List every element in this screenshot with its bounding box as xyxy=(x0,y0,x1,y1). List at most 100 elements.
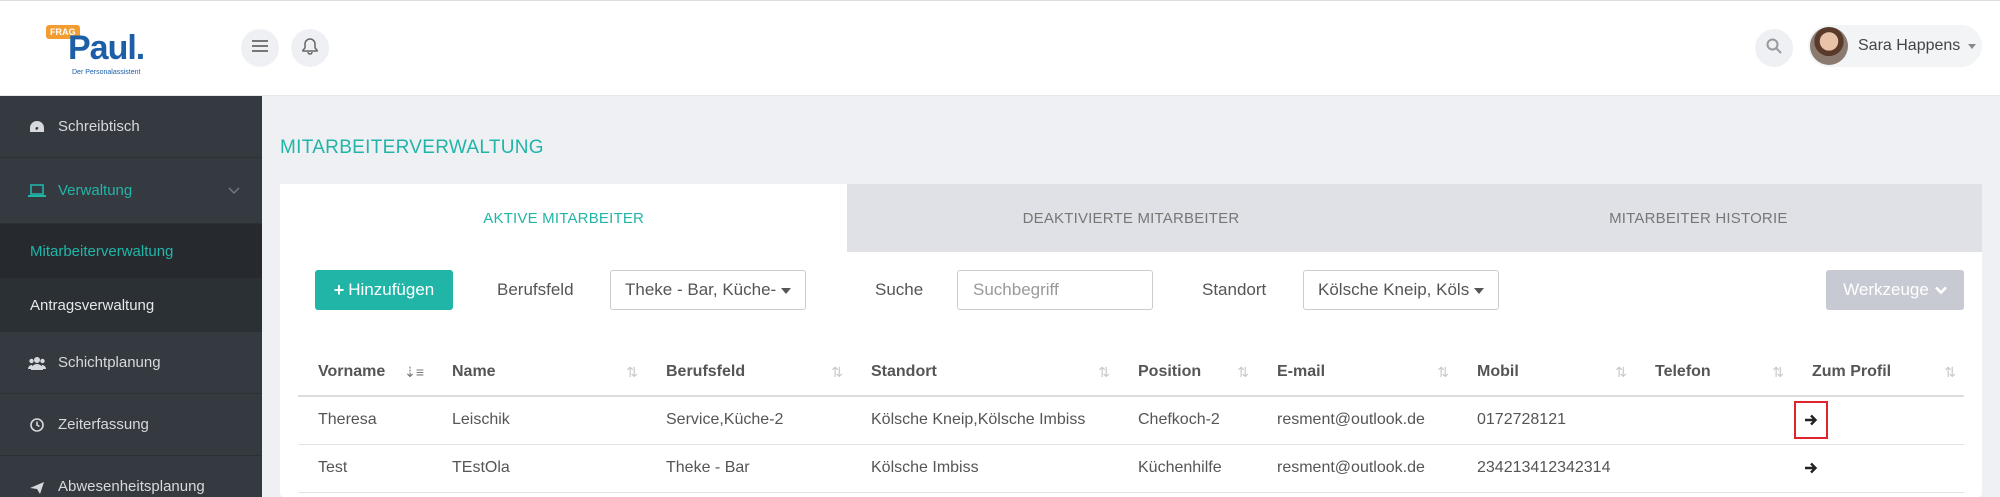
cell-standort: Kölsche Imbiss xyxy=(851,444,1118,493)
sort-icon: ⇅ xyxy=(831,364,843,380)
arrow-right-icon xyxy=(1805,462,1818,474)
berufsfeld-value: Theke - Bar, Küche- xyxy=(625,280,777,299)
cell-name: TEstOla xyxy=(432,444,646,493)
logo-tagline: Der Personalassistent xyxy=(72,69,141,76)
column-label: E-mail xyxy=(1277,362,1326,380)
tools-button[interactable]: Werkzeuge xyxy=(1826,270,1964,310)
cell-berufsfeld: Service,Küche-2 xyxy=(646,396,851,445)
search-icon xyxy=(1766,38,1782,59)
hamburger-icon xyxy=(252,39,268,58)
column-label: Zum Profil xyxy=(1812,362,1892,380)
sort-desc-icon: ⇣≡ xyxy=(404,364,424,380)
column-header-position[interactable]: Position ⇅ xyxy=(1118,348,1257,397)
column-header-email[interactable]: E-mail ⇅ xyxy=(1257,348,1457,397)
column-label: Standort xyxy=(871,362,937,380)
column-label: Vorname xyxy=(318,362,386,380)
cell-telefon xyxy=(1635,396,1792,445)
standort-select[interactable]: Kölsche Kneip, Köls xyxy=(1303,270,1499,310)
standort-value: Kölsche Kneip, Köls xyxy=(1318,280,1470,299)
sidebar-item-label: Schreibtisch xyxy=(58,118,140,135)
table-header-row: Vorname ⇣≡ Name ⇅ Berufsfeld ⇅ Standort ⇅ Po… xyxy=(298,348,1964,397)
sort-icon: ⇅ xyxy=(626,364,638,380)
column-header-name[interactable]: Name ⇅ xyxy=(432,348,646,397)
berufsfeld-select[interactable]: Theke - Bar, Küche- xyxy=(610,270,806,310)
cell-email: resment@outlook.de xyxy=(1257,444,1457,493)
column-label: Mobil xyxy=(1477,362,1519,380)
search-input[interactable] xyxy=(957,270,1153,310)
column-label: Telefon xyxy=(1655,362,1711,380)
sidebar-item-zeiterfassung[interactable]: Zeiterfassung xyxy=(0,394,262,456)
column-label: Berufsfeld xyxy=(666,362,746,380)
sort-icon: ⇅ xyxy=(1615,364,1627,380)
cell-standort: Kölsche Kneip,Kölsche Imbiss xyxy=(851,396,1118,445)
cell-name: Leischik xyxy=(432,396,646,445)
tab-aktive-mitarbeiter[interactable]: AKTIVE MITARBEITER xyxy=(280,184,848,252)
tab-mitarbeiter-historie[interactable]: MITARBEITER HISTORIE xyxy=(1414,184,1982,252)
cell-telefon xyxy=(1635,444,1792,493)
sort-icon: ⇅ xyxy=(1437,364,1449,380)
notifications-button[interactable] xyxy=(291,29,329,67)
sidebar-item-label: Abwesenheitsplanung xyxy=(58,478,205,495)
tab-deaktivierte-mitarbeiter[interactable]: DEAKTIVIERTE MITARBEITER xyxy=(847,184,1415,252)
caret-down-icon xyxy=(1474,288,1484,294)
plane-icon xyxy=(28,478,46,496)
tab-bar: AKTIVE MITARBEITER DEAKTIVIERTE MITARBEI… xyxy=(280,184,1982,252)
chevron-down-icon xyxy=(1968,43,1977,49)
sort-icon: ⇅ xyxy=(1772,364,1784,380)
sidebar: Schreibtisch Verwaltung Mitarbeiterverwa… xyxy=(0,96,262,497)
employee-table: Vorname ⇣≡ Name ⇅ Berufsfeld ⇅ Standort ⇅ Po… xyxy=(298,348,1964,493)
sort-icon: ⇅ xyxy=(1944,364,1956,380)
add-button-label: Hinzufügen xyxy=(348,280,435,299)
bell-icon xyxy=(301,37,319,60)
logo[interactable]: FRAG Paul. Der Personalassistent xyxy=(46,25,166,77)
table-row[interactable]: Theresa Leischik Service,Küche-2 Kölsche… xyxy=(298,396,1964,445)
cell-zum-profil xyxy=(1792,444,1964,493)
user-menu[interactable]: Sara Happens xyxy=(1808,25,1982,67)
menu-toggle-button[interactable] xyxy=(241,29,279,67)
filter-toolbar: + Hinzufügen Berufsfeld Theke - Bar, Küc… xyxy=(280,252,1982,334)
cell-position: Küchenhilfe xyxy=(1118,444,1257,493)
profile-arrow-button[interactable] xyxy=(1794,401,1828,440)
chevron-down-icon xyxy=(228,182,240,199)
profile-arrow-button[interactable] xyxy=(1794,449,1828,487)
cell-position: Chefkoch-2 xyxy=(1118,396,1257,445)
clock-icon xyxy=(28,416,46,434)
sidebar-item-label: Schichtplanung xyxy=(58,354,161,371)
cell-vorname: Test xyxy=(298,444,432,493)
user-name: Sara Happens xyxy=(1858,37,1961,54)
caret-down-icon xyxy=(781,288,791,294)
tools-button-label: Werkzeuge xyxy=(1843,280,1929,299)
sort-icon: ⇅ xyxy=(1098,364,1110,380)
laptop-icon xyxy=(28,182,46,200)
sidebar-subitem-mitarbeiterverwaltung[interactable]: Mitarbeiterverwaltung xyxy=(0,224,262,278)
cell-vorname: Theresa xyxy=(298,396,432,445)
sidebar-item-abwesenheitsplanung[interactable]: Abwesenheitsplanung xyxy=(0,456,262,497)
suche-label: Suche xyxy=(875,280,924,299)
column-header-telefon[interactable]: Telefon ⇅ xyxy=(1635,348,1792,397)
column-header-standort[interactable]: Standort ⇅ xyxy=(851,348,1118,397)
cell-email: resment@outlook.de xyxy=(1257,396,1457,445)
page-title: MITARBEITERVERWALTUNG xyxy=(280,137,544,158)
column-header-zum-profil[interactable]: Zum Profil ⇅ xyxy=(1792,348,1964,397)
users-icon xyxy=(28,354,46,372)
sidebar-item-verwaltung[interactable]: Verwaltung xyxy=(0,158,262,224)
berufsfeld-label: Berufsfeld xyxy=(497,280,574,299)
cell-mobil: 0172728121 xyxy=(1457,396,1635,445)
logo-name: Paul. xyxy=(68,29,145,67)
add-employee-button[interactable]: + Hinzufügen xyxy=(315,270,453,310)
column-label: Position xyxy=(1138,362,1202,380)
sidebar-subitem-antragsverwaltung[interactable]: Antragsverwaltung xyxy=(0,278,262,332)
sidebar-item-schreibtisch[interactable]: Schreibtisch xyxy=(0,96,262,158)
sidebar-item-schichtplanung[interactable]: Schichtplanung xyxy=(0,332,262,394)
chevron-down-icon xyxy=(1934,286,1947,295)
column-header-vorname[interactable]: Vorname ⇣≡ xyxy=(298,348,432,397)
column-header-mobil[interactable]: Mobil ⇅ xyxy=(1457,348,1635,397)
standort-label: Standort xyxy=(1202,280,1267,299)
employee-card: AKTIVE MITARBEITER DEAKTIVIERTE MITARBEI… xyxy=(280,184,1982,497)
table-row[interactable]: Test TEstOla Theke - Bar Kölsche Imbiss … xyxy=(298,444,1964,493)
cell-zum-profil xyxy=(1792,396,1964,445)
cell-mobil: 234213412342314 xyxy=(1457,444,1635,493)
cell-berufsfeld: Theke - Bar xyxy=(646,444,851,493)
search-button[interactable] xyxy=(1755,29,1793,67)
column-header-berufsfeld[interactable]: Berufsfeld ⇅ xyxy=(646,348,851,397)
